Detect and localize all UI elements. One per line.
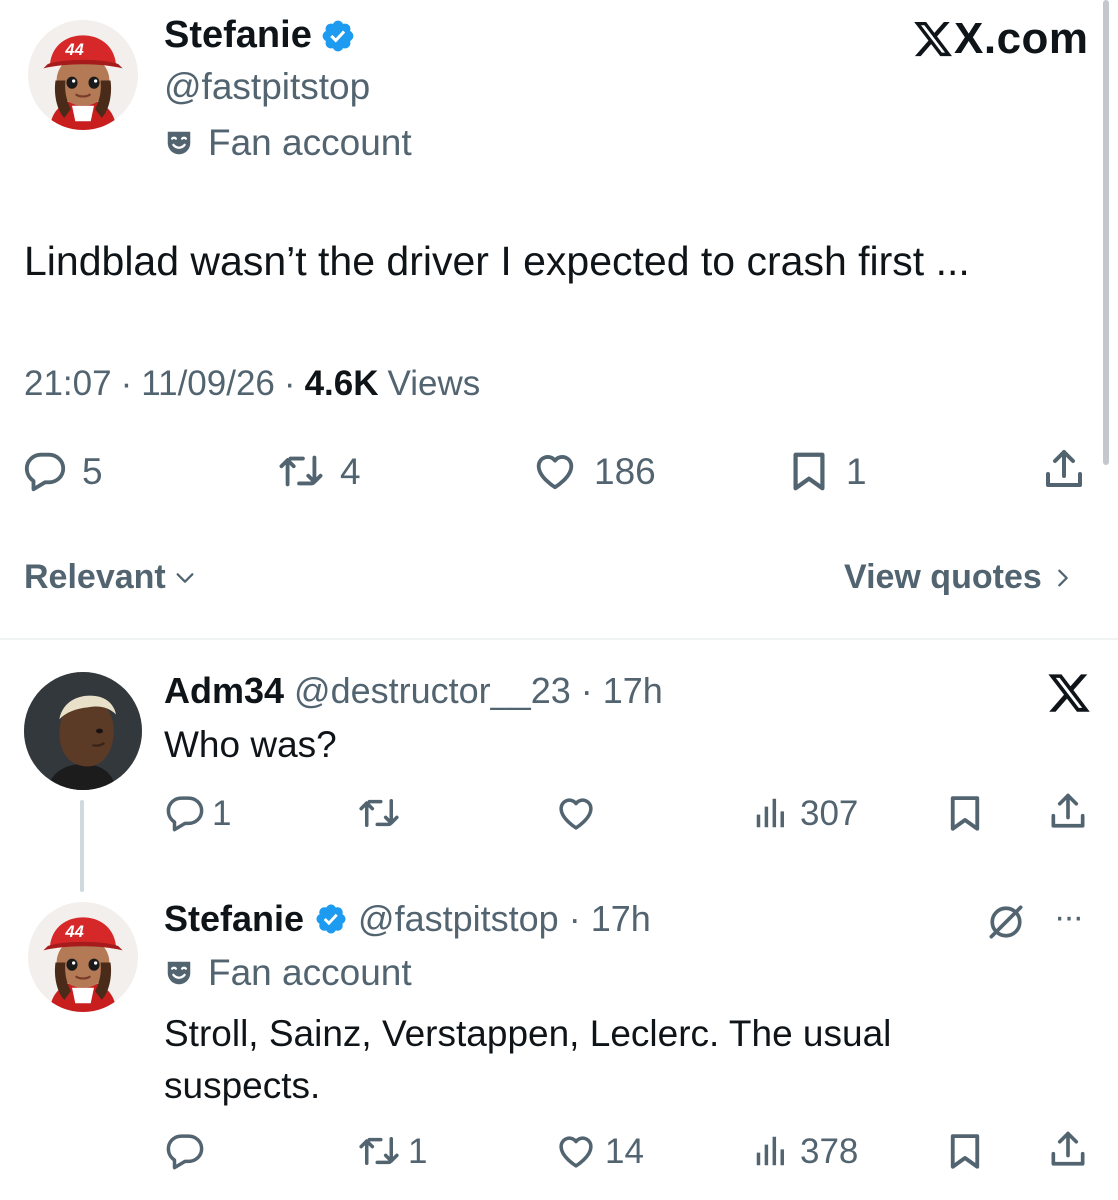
reply-time[interactable]: 17h [603, 670, 663, 712]
verified-badge-icon[interactable] [320, 18, 356, 54]
like-icon [553, 792, 599, 834]
avatar-44-image [28, 20, 138, 130]
tweet-text: Lindblad wasn’t the driver I expected to… [24, 238, 970, 284]
theater-mask-icon [164, 128, 194, 158]
reply-like-button[interactable] [553, 792, 605, 834]
share-icon [1046, 1128, 1090, 1172]
reply-share-button[interactable] [1046, 1128, 1090, 1172]
divider [0, 638, 1118, 640]
views-count[interactable]: 4.6K [305, 364, 379, 404]
fan-account-label[interactable]: Fan account [164, 952, 412, 994]
reply-count: 5 [82, 450, 103, 492]
reply-repost-button[interactable] [356, 792, 408, 834]
x-logo-icon [1046, 670, 1092, 716]
reply-views-button[interactable]: 378 [752, 1132, 858, 1170]
bookmark-button[interactable]: 1 [786, 448, 867, 494]
repost-icon [356, 792, 402, 834]
avatar-adm-image [24, 672, 142, 790]
bookmark-icon [944, 1130, 986, 1172]
reply-reply-button[interactable] [164, 1130, 212, 1172]
author-name[interactable]: Stefanie [164, 14, 312, 57]
reply-views-button[interactable]: 307 [752, 794, 858, 832]
fan-account-label[interactable]: Fan account [164, 122, 412, 164]
thread-connector [80, 800, 84, 892]
x-logo-icon [912, 18, 954, 60]
reply-avatar[interactable] [28, 902, 138, 1012]
tweet-date[interactable]: 11/09/26 [141, 364, 275, 404]
bookmark-count: 1 [846, 450, 867, 492]
view-quotes-link[interactable]: View quotes [844, 558, 1074, 597]
repost-icon [276, 448, 326, 494]
reply-text: Stroll, Sainz, Verstappen, Leclerc. The … [164, 1013, 892, 1106]
share-icon [1040, 446, 1088, 494]
author-handle[interactable]: @fastpitstop [164, 66, 370, 108]
reply-repost-button[interactable]: 1 [356, 1130, 427, 1172]
chevron-right-icon [1057, 569, 1068, 586]
reply-author-name[interactable]: Stefanie [164, 898, 304, 940]
bookmark-icon [786, 448, 832, 494]
bookmark-icon [944, 792, 986, 834]
site-label: X.com [954, 14, 1089, 63]
reply-author-handle[interactable]: @fastpitstop [358, 898, 559, 940]
reply-like-button[interactable]: 14 [553, 1130, 644, 1172]
tweet-meta: 21:07 · 11/09/26 · 4.6K Views [24, 364, 481, 404]
repost-button[interactable]: 4 [276, 448, 361, 494]
more-icon[interactable]: ··· [1054, 898, 1084, 937]
views-icon [752, 794, 790, 832]
like-icon [530, 448, 580, 494]
repost-icon [356, 1130, 402, 1172]
repost-count: 4 [340, 450, 361, 492]
reply-text: Who was? [164, 724, 337, 765]
avatar[interactable] [28, 20, 138, 130]
sort-dropdown[interactable]: Relevant [24, 558, 196, 597]
share-icon [1046, 790, 1090, 834]
reply-author-handle[interactable]: @destructor__23 [294, 670, 571, 712]
theater-mask-icon [164, 958, 194, 988]
grok-slash-icon[interactable] [984, 900, 1028, 944]
chevron-down-icon [176, 572, 194, 583]
tweet-time[interactable]: 21:07 [24, 364, 112, 404]
reply-author-name[interactable]: Adm34 [164, 670, 284, 712]
reply-icon [22, 448, 68, 494]
reply-button[interactable]: 5 [22, 448, 103, 494]
share-button[interactable] [1040, 446, 1088, 494]
reply-icon [164, 1130, 206, 1172]
scrollbar[interactable] [1103, 0, 1109, 465]
author-row: Stefanie [164, 14, 356, 57]
views-icon [752, 1132, 790, 1170]
reply-header: Stefanie @fastpitstop · 17h [164, 898, 651, 940]
reply-share-button[interactable] [1046, 790, 1090, 834]
reply-reply-button[interactable]: 1 [164, 792, 231, 834]
reply-time[interactable]: 17h [591, 898, 651, 940]
reply-avatar[interactable] [24, 672, 142, 790]
x-com-watermark: X.com [912, 14, 1089, 64]
reply-header: Adm34 @destructor__23 · 17h [164, 670, 663, 712]
like-count: 186 [594, 450, 656, 492]
avatar-44-image [28, 902, 138, 1012]
reply-icon [164, 792, 206, 834]
reply-bookmark-button[interactable] [944, 792, 986, 834]
verified-badge-icon[interactable] [314, 902, 348, 936]
like-icon [553, 1130, 599, 1172]
views-label: Views [387, 364, 481, 403]
like-button[interactable]: 186 [530, 448, 656, 494]
reply-bookmark-button[interactable] [944, 1130, 986, 1172]
